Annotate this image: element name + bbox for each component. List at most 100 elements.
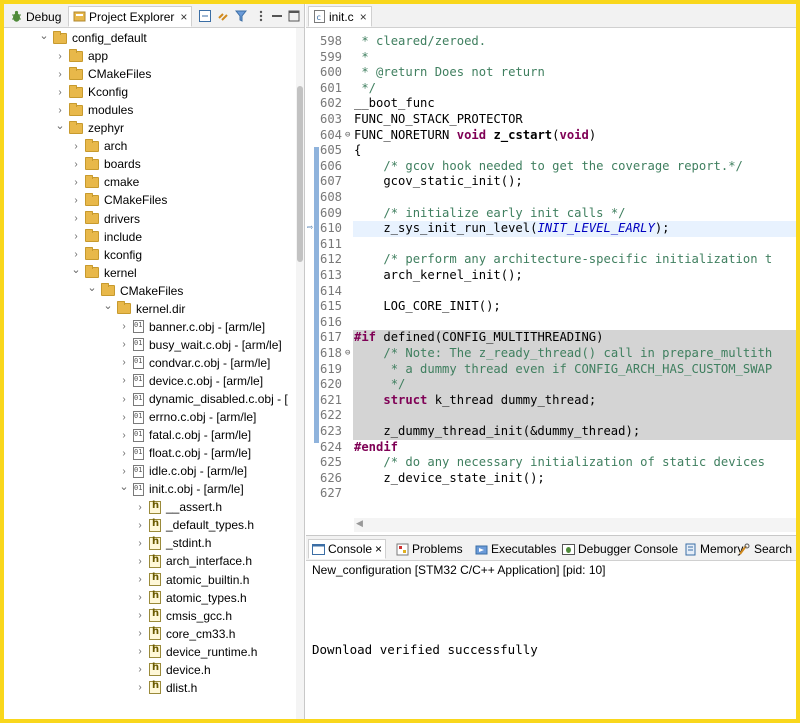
expand-arrow-icon[interactable]: › <box>134 646 146 657</box>
code-line[interactable]: 603 FUNC_NO_STACK_PROTECTOR <box>306 112 796 128</box>
code-line[interactable]: 599 * <box>306 50 796 66</box>
tree-item[interactable]: › kconfig <box>70 246 142 264</box>
tree-item[interactable]: › device.c.obj - [arm/le] <box>118 372 263 390</box>
tab-debug[interactable]: Debug <box>6 6 65 27</box>
link-with-editor-icon[interactable] <box>216 9 230 23</box>
maximize-icon[interactable] <box>287 9 301 23</box>
minimize-icon[interactable] <box>270 9 284 23</box>
code-line[interactable]: 620 */ <box>306 377 796 393</box>
tree-item[interactable]: › _default_types.h <box>134 516 254 534</box>
code-line[interactable]: 617 #if defined(CONFIG_MULTITHREADING) <box>306 330 796 346</box>
tab-debugger-console[interactable]: Debugger Console <box>559 539 681 559</box>
tree-item[interactable]: › CMakeFiles <box>54 65 151 83</box>
code-line[interactable]: 609 /* initialize early init calls */ <box>306 206 796 222</box>
tab-executables[interactable]: Executables <box>472 539 559 559</box>
expand-arrow-icon[interactable]: › <box>54 51 66 62</box>
tree-item[interactable]: › app <box>54 47 108 65</box>
tab-project-explorer[interactable]: Project Explorer × <box>68 6 193 27</box>
code-line[interactable]: 618 ⊖ /* Note: The z_ready_thread() call … <box>306 346 796 362</box>
tree-item[interactable]: › errno.c.obj - [arm/le] <box>118 408 256 426</box>
tree-item[interactable]: › busy_wait.c.obj - [arm/le] <box>118 336 281 354</box>
expand-arrow-icon[interactable]: › <box>118 394 130 405</box>
tree-item[interactable]: › arch <box>70 137 127 155</box>
tree-item[interactable]: › arch_interface.h <box>134 552 252 570</box>
view-menu-icon[interactable] <box>254 9 268 23</box>
expand-arrow-icon[interactable]: › <box>70 195 82 206</box>
expand-arrow-icon[interactable]: › <box>118 448 130 459</box>
tree-item[interactable]: › atomic_builtin.h <box>134 571 249 589</box>
tree-item[interactable]: › boards <box>70 155 141 173</box>
expand-arrow-icon[interactable]: › <box>134 520 146 531</box>
expand-arrow-icon[interactable]: › <box>54 87 66 98</box>
tree-item[interactable]: › _stdint.h <box>134 534 211 552</box>
tree-item[interactable]: ⌄ zephyr <box>54 119 124 137</box>
expand-arrow-icon[interactable]: › <box>54 69 66 80</box>
code-line[interactable]: 607 gcov_static_init(); <box>306 174 796 190</box>
expand-arrow-icon[interactable]: › <box>118 375 130 386</box>
tab-init-c[interactable]: c init.c × <box>308 6 372 27</box>
code-line[interactable]: 610 z_sys_init_run_level(INIT_LEVEL_EARL… <box>306 221 796 237</box>
code-line[interactable]: 611 <box>306 237 796 253</box>
expand-arrow-icon[interactable]: › <box>70 141 82 152</box>
code-line[interactable]: 602 __boot_func <box>306 96 796 112</box>
tree-item[interactable]: › dynamic_disabled.c.obj - [ <box>118 390 287 408</box>
tree-item[interactable]: › include <box>70 228 142 246</box>
tree-item[interactable]: ⌄ config_default <box>38 29 146 47</box>
tree-item[interactable]: › fatal.c.obj - [arm/le] <box>118 426 251 444</box>
expand-arrow-icon[interactable]: › <box>118 430 130 441</box>
code-line[interactable]: 616 <box>306 315 796 331</box>
code-line[interactable]: 613 arch_kernel_init(); <box>306 268 796 284</box>
tree-item[interactable]: › atomic_types.h <box>134 589 246 607</box>
code-line[interactable]: 627 <box>306 486 796 502</box>
code-line[interactable]: 614 <box>306 284 796 300</box>
collapse-arrow-icon[interactable]: ⌄ <box>86 281 98 294</box>
code-line[interactable]: 612 /* perform any architecture-specific… <box>306 252 796 268</box>
tree-item[interactable]: › core_cm33.h <box>134 625 235 643</box>
tree-item[interactable]: › device.h <box>134 661 210 679</box>
collapse-all-icon[interactable] <box>198 9 212 23</box>
code-line[interactable]: 605 { <box>306 143 796 159</box>
code-line[interactable]: 619 * a dummy thread even if CONFIG_ARCH… <box>306 362 796 378</box>
tree-item[interactable]: › Kconfig <box>54 83 128 101</box>
expand-arrow-icon[interactable]: › <box>70 177 82 188</box>
tree-item[interactable]: › condvar.c.obj - [arm/le] <box>118 354 270 372</box>
tree-item[interactable]: › modules <box>54 101 133 119</box>
code-line[interactable]: 601 */ <box>306 81 796 97</box>
code-line[interactable]: 606 /* gcov hook needed to get the cover… <box>306 159 796 175</box>
tree-item[interactable]: › cmsis_gcc.h <box>134 607 232 625</box>
filter-icon[interactable] <box>234 9 248 23</box>
tree-item[interactable]: › CMakeFiles <box>70 191 167 209</box>
tree-item[interactable]: › device_runtime.h <box>134 643 257 661</box>
scroll-left-icon[interactable]: ◀ <box>356 518 363 529</box>
tree-scrollbar[interactable] <box>296 28 304 719</box>
code-line[interactable]: 608 <box>306 190 796 206</box>
code-line[interactable]: 615 LOG_CORE_INIT(); <box>306 299 796 315</box>
expand-arrow-icon[interactable]: › <box>54 105 66 116</box>
expand-arrow-icon[interactable]: › <box>134 592 146 603</box>
tree-scrollbar-thumb[interactable] <box>297 86 303 262</box>
expand-arrow-icon[interactable]: › <box>70 231 82 242</box>
expand-arrow-icon[interactable]: › <box>134 538 146 549</box>
expand-arrow-icon[interactable]: › <box>70 159 82 170</box>
expand-arrow-icon[interactable]: › <box>134 556 146 567</box>
expand-arrow-icon[interactable]: › <box>134 610 146 621</box>
code-line[interactable]: 624 #endif <box>306 440 796 456</box>
tree-item[interactable]: ⌄ kernel.dir <box>102 300 185 318</box>
editor-horizontal-scrollbar[interactable]: ◀ <box>354 518 796 532</box>
tree-item[interactable]: ⌄ CMakeFiles <box>86 282 183 300</box>
expand-arrow-icon[interactable]: › <box>118 412 130 423</box>
code-line[interactable]: 621 struct k_thread dummy_thread; <box>306 393 796 409</box>
collapse-arrow-icon[interactable]: ⌄ <box>38 29 50 42</box>
expand-arrow-icon[interactable]: › <box>118 321 130 332</box>
expand-arrow-icon[interactable]: › <box>70 213 82 224</box>
code-line[interactable]: 623 z_dummy_thread_init(&dummy_thread); <box>306 424 796 440</box>
tree-item[interactable]: › drivers <box>70 210 140 228</box>
tree-item[interactable]: › __assert.h <box>134 498 222 516</box>
collapse-arrow-icon[interactable]: ⌄ <box>102 299 114 312</box>
close-icon[interactable]: × <box>180 10 187 24</box>
collapse-arrow-icon[interactable]: ⌄ <box>54 119 66 132</box>
expand-arrow-icon[interactable]: › <box>118 357 130 368</box>
tree-item[interactable]: ⌄ kernel <box>70 264 136 282</box>
expand-arrow-icon[interactable]: › <box>70 249 82 260</box>
tree-item[interactable]: ⌄ init.c.obj - [arm/le] <box>118 480 243 498</box>
